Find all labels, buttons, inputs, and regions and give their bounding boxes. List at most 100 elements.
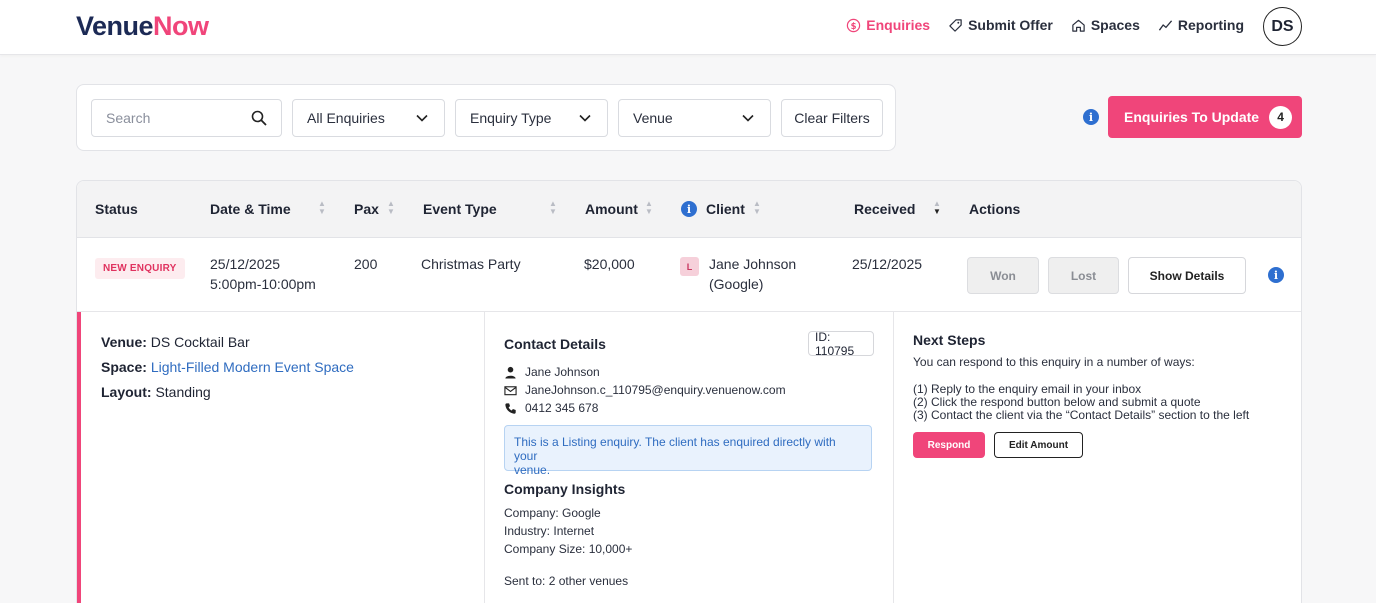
nav-submit-offer-label: Submit Offer (968, 17, 1053, 33)
nav-enquiries-label: Enquiries (866, 17, 931, 33)
date-text: 25/12/2025 (210, 256, 281, 272)
nav-reporting-label: Reporting (1177, 17, 1244, 33)
sort-icon[interactable]: ▲ ▼ (548, 200, 558, 218)
sort-icon[interactable]: ▲ ▼ (644, 200, 654, 218)
nav-submit-offer[interactable]: Submit Offer (948, 17, 1053, 33)
enquiries-to-update-button[interactable]: Enquiries To Update 4 (1108, 96, 1302, 138)
divider (893, 312, 894, 603)
search-input[interactable]: Search (91, 99, 282, 137)
step-3: (3) Contact the client via the “Contact … (913, 408, 1250, 422)
enquiries-to-update-label: Enquiries To Update (1124, 109, 1260, 125)
filter-bar: Search All Enquiries Enquiry Type Venue … (76, 84, 896, 151)
contact-name: Jane Johnson (525, 365, 600, 379)
all-enquiries-dropdown[interactable]: All Enquiries (292, 99, 445, 137)
phone-icon (505, 402, 516, 414)
space-link[interactable]: Light-Filled Modern Event Space (151, 359, 354, 375)
info-icon[interactable]: i (1083, 109, 1099, 125)
sort-desc-icon[interactable]: ▲ ▼ (932, 200, 942, 218)
table-header: Status Date & Time ▲ ▼ Pax ▲ ▼ Event Type … (77, 181, 1301, 238)
date-time-cell: 25/12/2025 5:00pm-10:00pm (210, 254, 316, 294)
company-size-text: Company Size: 10,000+ (504, 542, 633, 556)
home-icon (1072, 19, 1085, 32)
client-avatar: L (680, 257, 699, 276)
layout-label: Layout: (101, 384, 152, 400)
venue-label: Venue: (101, 334, 147, 350)
company-text: Company: Google (504, 506, 601, 520)
contact-phone-row: 0412 345 678 (504, 401, 598, 415)
time-text: 5:00pm-10:00pm (210, 276, 316, 292)
chevron-down-icon (579, 114, 591, 122)
table-row[interactable]: NEW ENQUIRY 25/12/2025 5:00pm-10:00pm 20… (77, 238, 1301, 312)
sort-icon[interactable]: ▲ ▼ (317, 200, 327, 218)
status-badge: NEW ENQUIRY (95, 258, 185, 279)
header-client[interactable]: Client (706, 201, 745, 217)
company-insights-title: Company Insights (504, 481, 626, 497)
nav-spaces-label: Spaces (1090, 17, 1140, 33)
venue-dropdown[interactable]: Venue (618, 99, 771, 137)
space-label: Space: (101, 359, 147, 375)
venue-info: Venue: DS Cocktail Bar Space: Light-Fill… (101, 330, 354, 405)
venue-filter-label: Venue (633, 110, 673, 126)
sort-icon[interactable]: ▲ ▼ (386, 200, 396, 218)
header-status[interactable]: Status (95, 201, 138, 217)
header-received[interactable]: Received (854, 201, 915, 217)
chevron-down-icon (742, 114, 754, 122)
contact-name-row: Jane Johnson (504, 365, 600, 379)
contact-details-title: Contact Details (504, 336, 606, 352)
divider (484, 312, 485, 603)
header-event-type[interactable]: Event Type (423, 201, 497, 217)
all-enquiries-label: All Enquiries (307, 110, 385, 126)
contact-phone[interactable]: 0412 345 678 (525, 401, 598, 415)
client-name: Jane Johnson (709, 256, 797, 272)
show-details-button[interactable]: Show Details (1128, 257, 1246, 294)
next-steps-title: Next Steps (913, 332, 986, 348)
top-header: VenueNow $ Enquiries Submit Offer Spaces… (0, 0, 1376, 55)
email-icon (504, 385, 517, 395)
nav-spaces[interactable]: Spaces (1071, 17, 1140, 33)
search-placeholder: Search (106, 110, 151, 126)
client-company: (Google) (709, 276, 764, 292)
sort-icon[interactable]: ▲ ▼ (752, 200, 762, 218)
header-date-time[interactable]: Date & Time (210, 201, 291, 217)
header-actions: Actions (969, 201, 1021, 217)
enquiry-type-dropdown[interactable]: Enquiry Type (455, 99, 608, 137)
contact-email-row: JaneJohnson.c_110795@enquiry.venuenow.co… (504, 383, 786, 397)
search-icon (251, 110, 267, 126)
pax-cell: 200 (354, 256, 378, 272)
received-cell: 25/12/2025 (852, 256, 923, 272)
enquiry-details-panel: Venue: DS Cocktail Bar Space: Light-Fill… (77, 312, 1301, 603)
dollar-circle-icon: $ (847, 18, 861, 32)
lost-button[interactable]: Lost (1048, 257, 1119, 294)
user-avatar[interactable]: DS (1263, 7, 1302, 46)
client-cell: Jane Johnson (Google) (709, 254, 796, 294)
won-button[interactable]: Won (967, 257, 1039, 294)
contact-email[interactable]: JaneJohnson.c_110795@enquiry.venuenow.co… (525, 383, 786, 397)
nav-reporting[interactable]: Reporting (1158, 17, 1244, 33)
update-count-badge: 4 (1269, 105, 1293, 129)
amount-cell: $20,000 (584, 256, 635, 272)
enquiries-table: Status Date & Time ▲ ▼ Pax ▲ ▼ Event Type … (76, 180, 1302, 603)
layout-value: Standing (155, 384, 211, 400)
chevron-down-icon (416, 114, 428, 122)
event-type-cell: Christmas Party (421, 256, 521, 272)
respond-button[interactable]: Respond (913, 432, 985, 458)
header-pax[interactable]: Pax (354, 201, 379, 217)
listing-notice: This is a Listing enquiry. The client ha… (504, 425, 872, 477)
svg-text:$: $ (851, 20, 857, 30)
logo[interactable]: VenueNow (76, 11, 209, 42)
logo-part-now: Now (153, 11, 209, 41)
next-steps-intro: You can respond to this enquiry in a num… (913, 355, 1195, 369)
next-steps-list: You can respond to this enquiry in a num… (913, 356, 1249, 422)
info-icon[interactable]: i (681, 201, 697, 217)
accent-bar (77, 312, 81, 603)
clear-filters-button[interactable]: Clear Filters (781, 99, 883, 137)
logo-part-venue: Venue (76, 11, 154, 41)
edit-amount-button[interactable]: Edit Amount (994, 432, 1083, 458)
nav-enquiries[interactable]: $ Enquiries (846, 17, 930, 33)
sent-to-text: Sent to: 2 other venues (504, 574, 629, 588)
enquiry-type-label: Enquiry Type (470, 110, 552, 126)
person-icon (505, 366, 516, 379)
header-amount[interactable]: Amount (585, 201, 638, 217)
notice-line-1: This is a Listing enquiry. The client ha… (514, 435, 836, 463)
info-icon[interactable]: i (1268, 267, 1284, 283)
